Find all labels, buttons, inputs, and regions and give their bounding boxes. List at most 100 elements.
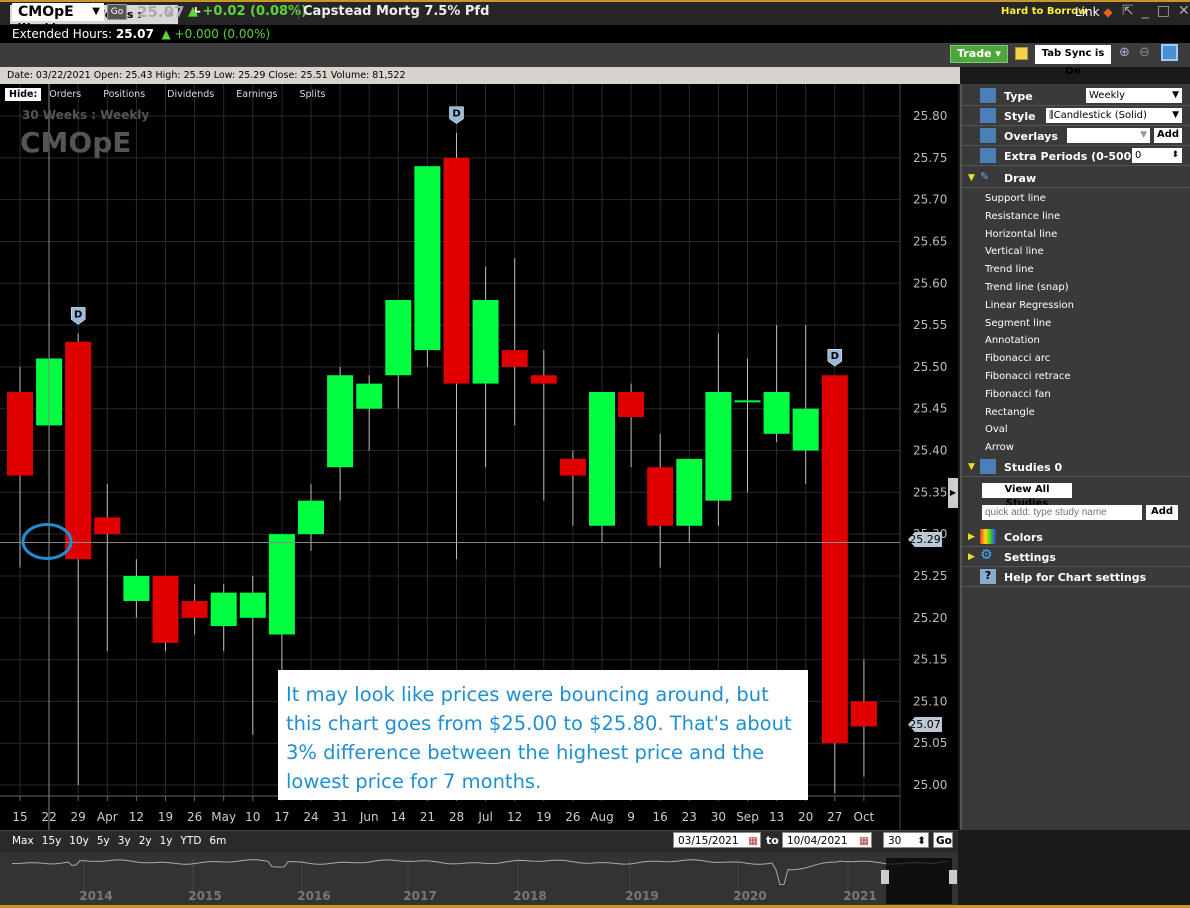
range-button[interactable]: 15y xyxy=(42,835,62,847)
extra-periods-stepper[interactable]: 0 ⬍ xyxy=(1132,148,1182,163)
hide-orders[interactable]: Orders xyxy=(49,89,81,100)
candle-down xyxy=(647,467,674,526)
x-tick-label: 13 xyxy=(769,810,784,824)
range-button[interactable]: 5y xyxy=(97,835,110,847)
x-tick-label: 15 xyxy=(12,810,27,824)
range-button[interactable]: 6m xyxy=(209,835,226,847)
y-tick-label: 25.15 xyxy=(913,653,947,667)
range-button[interactable]: 3y xyxy=(118,835,131,847)
help-icon: ? xyxy=(980,569,996,584)
stepper-icon[interactable]: ⬍ xyxy=(917,833,926,849)
trade-button[interactable]: Trade ▾ xyxy=(950,45,1008,63)
draw-tool-item[interactable]: Fibonacci arc xyxy=(985,353,1050,364)
range-button[interactable]: YTD xyxy=(181,835,202,847)
studies-icon xyxy=(980,459,996,474)
x-tick-label: 24 xyxy=(303,810,318,824)
y-tick-label: 25.50 xyxy=(913,360,947,374)
zoom-in-icon[interactable]: ⊕ xyxy=(1119,45,1130,60)
chevron-down-icon[interactable]: ▼ xyxy=(92,3,100,21)
save-icon[interactable] xyxy=(1161,44,1178,61)
hide-positions[interactable]: Positions xyxy=(103,89,145,100)
stepper-icon[interactable]: ⬍ xyxy=(1171,148,1179,163)
type-row: Type Weekly ▼ xyxy=(962,86,1190,106)
to-date-input[interactable]: 10/04/2021 ▦ xyxy=(782,832,872,848)
calendar-icon[interactable]: ▦ xyxy=(748,833,758,849)
chevron-down-icon: ▼ xyxy=(1172,90,1179,100)
draw-tool-item[interactable]: Segment line xyxy=(985,318,1051,329)
candle-up xyxy=(792,408,819,451)
draw-tool-item[interactable]: Arrow xyxy=(985,442,1014,453)
popout-icon[interactable]: ⇱ xyxy=(1122,3,1142,19)
navigator-year-label: 2017 xyxy=(403,889,436,903)
draw-tool-item[interactable]: Trend line xyxy=(985,264,1034,275)
x-tick-label: May xyxy=(211,810,236,824)
chevron-down-icon: ▼ xyxy=(1140,130,1147,140)
candle-up xyxy=(472,299,499,384)
dividend-marker-label: D xyxy=(74,309,82,320)
overlay-add-button[interactable]: Add xyxy=(1154,128,1182,143)
navigator-price-line xyxy=(11,859,949,886)
draw-tool-item[interactable]: Resistance line xyxy=(985,211,1060,222)
range-button[interactable]: Max xyxy=(12,835,34,847)
range-button[interactable]: 1y xyxy=(160,835,173,847)
settings-row[interactable]: ▶ ⚙ Settings xyxy=(962,547,1190,567)
candle-up xyxy=(123,575,150,602)
hide-splits[interactable]: Splits xyxy=(299,89,325,100)
draw-tool-item[interactable]: Fibonacci fan xyxy=(985,389,1051,400)
hide-dividends[interactable]: Dividends xyxy=(167,89,214,100)
y-tick-label: 25.60 xyxy=(913,276,947,290)
view-all-studies-button[interactable]: View All Studies xyxy=(982,483,1072,509)
extra-periods-row: Extra Periods (0-500) 0 ⬍ xyxy=(962,146,1190,166)
draw-tool-item[interactable]: Vertical line xyxy=(985,246,1044,257)
close-icon[interactable]: ✕ xyxy=(1178,3,1190,19)
navigator[interactable]: 2014 2015 2016 2017 2018 2019 2020 2021 xyxy=(0,852,958,905)
range-button[interactable]: 10y xyxy=(69,835,89,847)
study-add-button[interactable]: Add xyxy=(1146,505,1178,520)
range-go-button[interactable]: Go xyxy=(933,832,953,848)
draw-tool-item[interactable]: Horizontal line xyxy=(985,229,1057,240)
overlays-select[interactable]: ▼ xyxy=(1067,128,1150,143)
minimize-icon[interactable]: _ xyxy=(1142,3,1157,19)
navigator-chart[interactable]: 2014 2015 2016 2017 2018 2019 2020 2021 xyxy=(0,852,958,905)
symbol-input[interactable]: CMOpE ▼ xyxy=(12,3,104,21)
range-button[interactable]: 2y xyxy=(139,835,152,847)
from-date-input[interactable]: 03/15/2021 ▦ xyxy=(673,832,761,848)
type-select[interactable]: Weekly ▼ xyxy=(1086,88,1182,103)
x-tick-label: 28 xyxy=(449,810,464,824)
x-tick-label: Jun xyxy=(359,810,379,824)
type-value: Weekly xyxy=(1089,90,1126,101)
link-button[interactable]: Link ◆ xyxy=(1075,5,1113,19)
calendar-icon[interactable]: ▦ xyxy=(859,833,869,849)
y-tick-label: 25.55 xyxy=(913,318,947,332)
draw-tool-item[interactable]: Support line xyxy=(985,193,1046,204)
extra-periods-label: Extra Periods (0-500) xyxy=(1004,150,1137,163)
link-diamond-icon: ◆ xyxy=(1103,5,1113,19)
extended-price: 25.07 xyxy=(115,27,154,41)
expand-right-icon: ▶ xyxy=(968,532,975,542)
hide-button[interactable]: Hide: xyxy=(5,88,42,101)
collapse-panel-button[interactable]: ▶ xyxy=(948,478,958,508)
zoom-out-icon[interactable]: ⊖ xyxy=(1139,45,1150,60)
hide-earnings[interactable]: Earnings xyxy=(236,89,277,100)
draw-tool-item[interactable]: Annotation xyxy=(985,335,1040,346)
periods-stepper[interactable]: 30 ⬍ xyxy=(883,832,929,848)
link-text: Link xyxy=(1075,5,1100,19)
draw-tool-item[interactable]: Fibonacci retrace xyxy=(985,371,1071,382)
tab-sync-button[interactable]: Tab Sync is On xyxy=(1035,45,1111,77)
help-row[interactable]: ? Help for Chart settings xyxy=(962,567,1190,587)
quick-add-study-input[interactable] xyxy=(982,505,1142,520)
notes-icon[interactable] xyxy=(1015,47,1028,60)
draw-tool-item[interactable]: Linear Regression xyxy=(985,300,1074,311)
last-price: 25.07 xyxy=(137,3,185,21)
draw-tool-item[interactable]: Oval xyxy=(985,424,1008,435)
style-select[interactable]: ⫼Candlestick (Solid) ▼ xyxy=(1046,108,1182,123)
x-tick-label: 27 xyxy=(827,810,842,824)
maximize-icon[interactable]: □ xyxy=(1157,3,1178,19)
draw-tool-item[interactable]: Trend line (snap) xyxy=(985,282,1069,293)
x-tick-label: 10 xyxy=(245,810,260,824)
draw-tool-item[interactable]: Rectangle xyxy=(985,407,1035,418)
go-button[interactable]: Go xyxy=(107,4,127,20)
studies-header[interactable]: ▼ Studies 0 xyxy=(962,457,1190,477)
colors-row[interactable]: ▶ Colors xyxy=(962,527,1190,547)
draw-header[interactable]: ▼ ✎ Draw xyxy=(962,168,1190,188)
